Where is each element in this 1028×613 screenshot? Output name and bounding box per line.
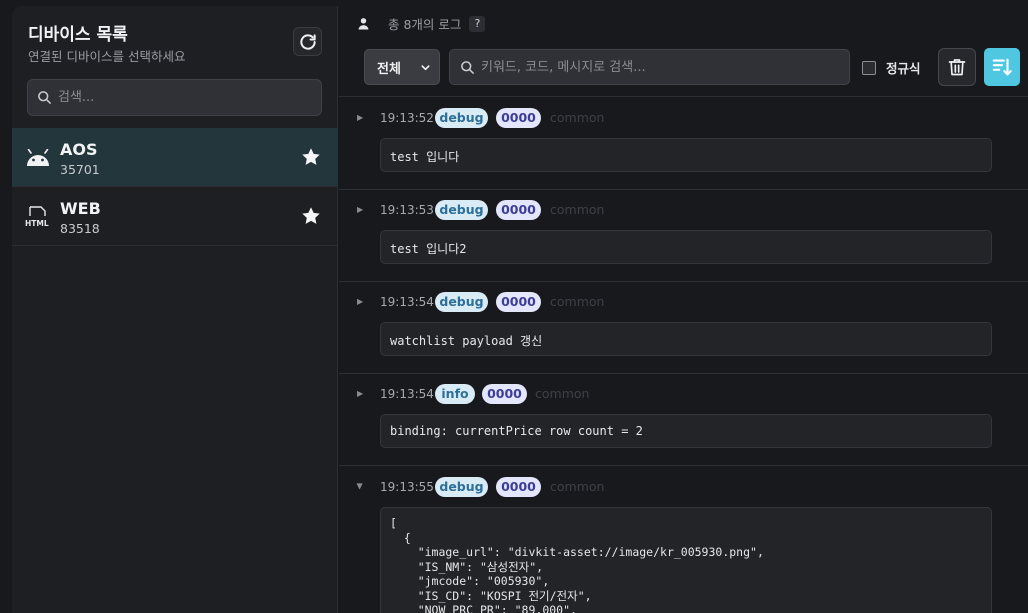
log-time: 19:13:55 (380, 480, 434, 494)
scroll-down-icon (992, 58, 1012, 76)
log-entry[interactable]: ▶ 19:13:52 debug 0000 common test 입니다 (339, 97, 1028, 190)
log-time: 19:13:54 (380, 295, 434, 309)
log-level-badge: debug (435, 477, 488, 497)
log-level-badge: info (435, 384, 475, 404)
log-entry[interactable]: ▶ 19:13:54 debug 0000 common watchlist p… (339, 281, 1028, 374)
log-tag: common (550, 294, 605, 309)
level-filter-select[interactable]: 전체 (364, 49, 440, 85)
log-tag: common (550, 202, 605, 217)
device-name: WEB (60, 199, 101, 218)
log-level-badge: debug (435, 292, 488, 312)
sidebar-subtitle: 연결된 디바이스를 선택하세요 (28, 49, 186, 64)
clear-logs-button[interactable] (938, 48, 976, 86)
log-count-bar: 총 8개의 로그 ? (357, 14, 486, 33)
log-json-payload: [ { "image_url": "divkit-asset://image/k… (380, 507, 992, 613)
regex-label: 정규식 (886, 61, 921, 76)
log-code-badge: 0000 (482, 384, 527, 404)
favorite-star-icon[interactable] (300, 146, 322, 168)
html-icon: HTML (25, 204, 51, 230)
log-message: test 입니다 (380, 138, 992, 172)
log-entry[interactable]: ▶ 19:13:53 debug 0000 common test 입니다2 (339, 189, 1028, 282)
sidebar-title: 디바이스 목록 (28, 25, 128, 45)
log-tag: common (535, 386, 590, 401)
favorite-star-icon[interactable] (300, 205, 322, 227)
html-icon-label: HTML (25, 219, 49, 228)
log-entry[interactable]: ▶ 19:13:54 info 0000 common binding: cur… (339, 373, 1028, 466)
log-code-badge: 0000 (496, 477, 541, 497)
regex-checkbox[interactable] (862, 60, 876, 75)
collapse-caret-icon[interactable]: ▶ (356, 483, 365, 489)
log-level-badge: debug (435, 200, 488, 220)
device-id: 83518 (60, 221, 100, 236)
log-time: 19:13:54 (380, 387, 434, 401)
refresh-icon (299, 33, 316, 50)
expand-caret-icon[interactable]: ▶ (357, 205, 363, 214)
expand-caret-icon[interactable]: ▶ (357, 389, 363, 398)
device-name: AOS (60, 140, 98, 159)
log-json-text: [ { "image_url": "divkit-asset://image/k… (390, 516, 764, 613)
log-tag: common (550, 479, 605, 494)
log-level-badge: debug (435, 108, 488, 128)
device-item-aos[interactable]: AOS 35701 (12, 128, 338, 187)
log-message: watchlist payload 갱신 (380, 322, 992, 356)
device-id: 35701 (60, 162, 100, 177)
trash-icon (948, 59, 966, 76)
log-code-badge: 0000 (496, 200, 541, 220)
log-code-badge: 0000 (496, 108, 541, 128)
log-entry-expanded[interactable]: ▶ 19:13:55 debug 0000 common [ { "image_… (339, 466, 1028, 613)
device-search[interactable] (27, 79, 322, 116)
log-search-input[interactable] (481, 59, 841, 75)
log-message: test 입니다2 (380, 230, 992, 264)
chevron-down-icon (421, 65, 430, 71)
android-icon (25, 145, 51, 171)
log-tag: common (550, 110, 605, 125)
refresh-button[interactable] (293, 27, 322, 56)
log-time: 19:13:52 (380, 111, 434, 125)
log-time: 19:13:53 (380, 203, 434, 217)
level-filter-value: 전체 (377, 61, 401, 77)
expand-caret-icon[interactable]: ▶ (357, 113, 363, 122)
log-search[interactable] (449, 49, 850, 85)
regex-toggle[interactable]: 정규식 (862, 58, 921, 77)
device-search-input[interactable] (58, 90, 298, 105)
device-item-web[interactable]: HTML WEB 83518 (12, 187, 338, 246)
expand-caret-icon[interactable]: ▶ (357, 297, 363, 306)
search-icon (461, 60, 474, 74)
log-message: binding: currentPrice row count = 2 (380, 414, 992, 448)
user-icon (358, 18, 369, 30)
log-code-badge: 0000 (496, 292, 541, 312)
search-icon (38, 91, 51, 104)
device-sidebar: 디바이스 목록 연결된 디바이스를 선택하세요 AOS 35701 (12, 6, 338, 613)
log-count: 총 8개의 로그 (388, 17, 462, 32)
auto-scroll-button[interactable] (984, 48, 1020, 86)
help-icon[interactable]: ? (469, 15, 486, 32)
